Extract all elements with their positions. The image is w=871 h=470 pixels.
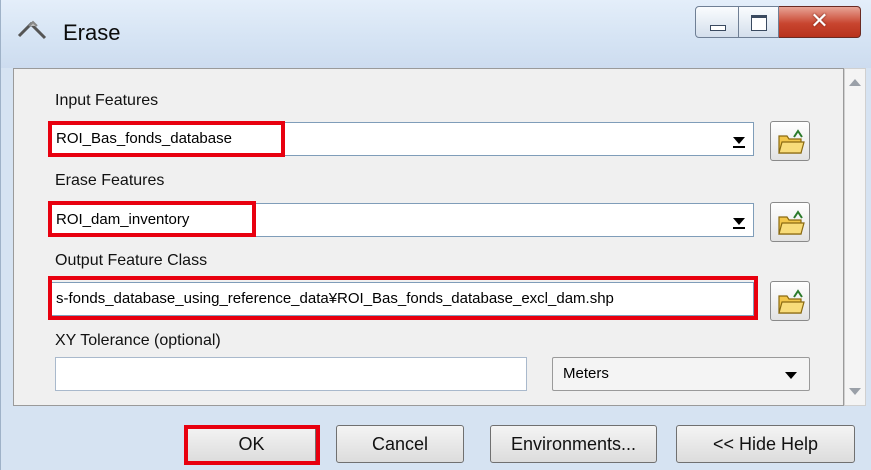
input-features-browse-button[interactable] [770,121,810,161]
minimize-icon [710,25,726,31]
environments-button-label: Environments... [510,434,637,454]
cancel-button-label: Cancel [371,434,429,454]
open-folder-icon [778,129,805,154]
close-button[interactable]: ✕ [779,6,861,38]
open-folder-icon [778,289,805,314]
erase-features-value: ROI_dam_inventory [56,211,190,228]
vertical-scrollbar[interactable] [844,68,866,406]
erase-features-browse-button[interactable] [770,202,810,242]
erase-dialog: Erase ✕ Input Features ROI_Bas_fonds_dat… [0,0,871,470]
input-features-value: ROI_Bas_fonds_database [56,130,232,147]
hide-help-button[interactable]: << Hide Help [676,425,855,463]
ok-button[interactable]: OK [187,425,316,463]
maximize-icon [751,15,767,31]
xy-tolerance-units-value: Meters [563,365,609,382]
chevron-down-icon [785,372,797,379]
minimize-button[interactable] [695,6,739,38]
erase-features-label: Erase Features [55,172,165,189]
window-title: Erase [63,20,121,45]
title-bar[interactable]: Erase ✕ [1,0,871,68]
maximize-button[interactable] [739,6,779,38]
scroll-up-icon[interactable] [849,79,861,86]
xy-tolerance-units-select[interactable]: Meters [552,357,810,391]
tool-parameters-panel [13,68,844,406]
environments-button[interactable]: Environments... [490,425,657,463]
output-feature-class-browse-button[interactable] [770,281,810,321]
open-folder-icon [778,210,805,235]
output-feature-class-value: s-fonds_database_using_reference_data¥RO… [56,290,614,307]
cancel-button[interactable]: Cancel [336,425,464,463]
input-features-label: Input Features [55,92,159,109]
close-icon: ✕ [810,9,829,34]
input-features-select[interactable]: ROI_Bas_fonds_database [51,122,754,156]
xy-tolerance-input[interactable] [55,357,527,391]
scroll-down-icon[interactable] [849,388,861,395]
hide-help-button-label: << Hide Help [712,434,819,454]
output-feature-class-input[interactable]: s-fonds_database_using_reference_data¥RO… [51,282,754,316]
output-feature-class-label: Output Feature Class [55,252,208,269]
erase-tool-icon [15,16,49,50]
erase-features-select[interactable]: ROI_dam_inventory [51,203,754,237]
chevron-down-icon[interactable] [727,206,751,234]
ok-button-label: OK [238,434,265,454]
xy-tolerance-label: XY Tolerance (optional) [55,332,221,349]
chevron-down-icon[interactable] [727,125,751,153]
